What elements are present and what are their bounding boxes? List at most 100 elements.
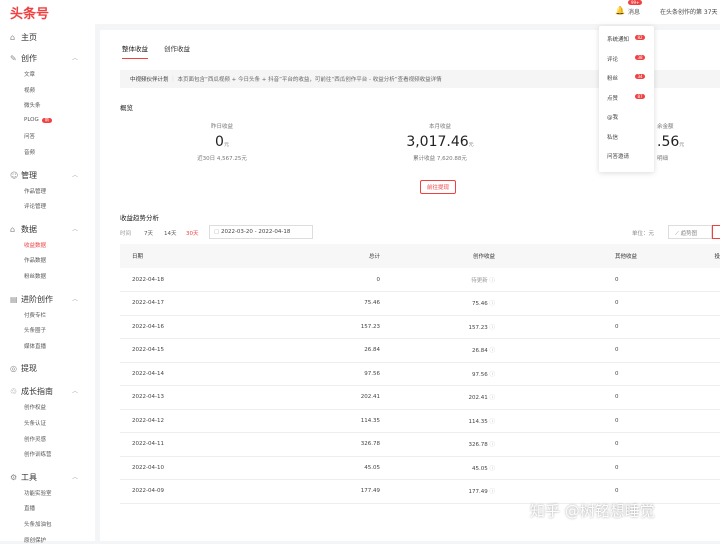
sidebar-item-label: 收益数据 <box>24 242 47 249</box>
cell-creation-value: 157.23 <box>468 324 488 331</box>
sidebar-group[interactable]: ⌂ 数据 ︿ <box>10 224 78 235</box>
sidebar-item[interactable]: 创作灵感 <box>24 435 46 443</box>
sidebar-item-label: 创作权益 <box>24 405 47 412</box>
sidebar-item[interactable]: 直播 <box>24 504 35 512</box>
chevron-up-icon[interactable]: ︿ <box>72 53 78 62</box>
sidebar-item[interactable]: PLOG 新 <box>24 116 53 123</box>
sidebar-item[interactable]: 头条认证 <box>24 419 46 427</box>
cell-creation: 45.05 ⓘ <box>380 456 495 480</box>
sidebar-item[interactable]: 作品管理 <box>24 187 46 195</box>
cell-creation: 202.41 ⓘ <box>380 385 495 410</box>
chevron-up-icon[interactable]: ︿ <box>72 386 78 395</box>
stat-unit: 元 <box>468 142 474 148</box>
sidebar-item-label: 创作灵感 <box>24 436 47 443</box>
sidebar-item[interactable]: 评论管理 <box>24 202 46 210</box>
cell-date: 2022-04-13 <box>120 385 270 410</box>
bell-icon[interactable]: 🔔 <box>615 6 625 15</box>
sidebar-group-label: 工具 <box>21 472 37 482</box>
sidebar-item[interactable]: 问答 <box>24 132 35 140</box>
sidebar-group[interactable]: ◎ 提现 <box>10 363 37 374</box>
stat-label: 本月收益 <box>428 124 451 130</box>
sidebar-item[interactable]: 功能实验室 <box>24 489 52 497</box>
sidebar-item-home[interactable]: ⌂ 主页 <box>10 32 37 43</box>
sidebar-item[interactable]: 文章 <box>24 70 35 78</box>
sidebar-item[interactable]: 创作权益 <box>24 403 46 411</box>
dropdown-item[interactable]: 点赞 <box>607 94 618 102</box>
stat-unit: 元 <box>223 142 229 148</box>
notice-text: 本页面包含“西瓜视频 + 今日头条 + 抖音”平台的收益，可前往“西瓜创作平台 … <box>177 77 442 83</box>
sidebar-item-label: 音频 <box>24 150 36 156</box>
sidebar-group[interactable]: ☺ 管理 ︿ <box>10 170 78 181</box>
tab-creation-income[interactable]: 创作收益 <box>164 43 190 53</box>
sidebar-group-label: 数据 <box>21 224 37 234</box>
stat-sub: 近30日 4,567.25元 <box>197 156 247 162</box>
date-range-picker[interactable]: ▢ 2022-03-20 - 2022-04-18 <box>209 225 313 239</box>
balance-detail-link[interactable]: 明细 <box>657 154 717 162</box>
table-row: 2022-04-16 157.23 157.23 ⓘ 0 <box>120 315 720 339</box>
cell-creation: 75.46 ⓘ <box>380 291 495 316</box>
dropdown-item[interactable]: 评论 <box>607 55 618 63</box>
sidebar-group[interactable]: ▤ 进阶创作 ︿ <box>10 294 78 305</box>
range-7[interactable]: 7天 <box>144 229 153 237</box>
sidebar-item[interactable]: 音频 <box>24 148 35 156</box>
table-row: 2022-04-10 45.05 45.05 ⓘ 0 <box>120 456 720 480</box>
range-14[interactable]: 14天 <box>164 229 177 237</box>
cell-date: 2022-04-16 <box>120 315 270 339</box>
count-badge: 87 <box>635 93 645 99</box>
cell-date: 2022-04-18 <box>120 268 270 292</box>
logo[interactable]: 头条号 <box>10 3 49 22</box>
stat-value: 3,017.46 <box>406 134 469 150</box>
sidebar: ⌂ 主页 ✎ 创作 ︿ 文章 视频 微头条 PLOG 新问答 音频 ☺ 管理 ︿ 作品管理 评论管理 ⌂ 数据 ︿ 收… <box>0 24 95 544</box>
dropdown-item[interactable]: 问答邀请 <box>607 152 629 160</box>
tab-overall-income[interactable]: 整体收益 <box>122 43 148 59</box>
trend-chart-button[interactable]: ⟋ 趋势图 <box>668 225 712 239</box>
cell-creation-value: 177.49 <box>468 489 488 496</box>
range-30[interactable]: 30天 <box>186 229 199 237</box>
col-other: 其他收益 <box>495 244 712 268</box>
cell-creation: 177.49 ⓘ <box>380 479 495 504</box>
sidebar-item[interactable]: 作品数据 <box>24 256 46 264</box>
sidebar-item[interactable]: 付费专栏 <box>24 311 46 319</box>
dropdown-item[interactable]: @我 <box>607 113 618 121</box>
chevron-up-icon[interactable]: ︿ <box>72 294 78 303</box>
sidebar-item[interactable]: 微头条 <box>24 101 41 109</box>
stat-value: .56 <box>657 134 680 150</box>
cell-total: 45.05 <box>270 456 380 480</box>
group-icon: ⌂ <box>10 224 16 234</box>
chevron-up-icon[interactable]: ︿ <box>72 472 78 481</box>
sidebar-item[interactable]: 粉丝数据 <box>24 272 46 280</box>
withdraw-button[interactable]: 前往提现 <box>420 180 457 194</box>
notice-title: 中视频伙伴计划 <box>130 77 169 83</box>
table-row: 2022-04-14 97.56 97.56 ⓘ 0 <box>120 362 720 386</box>
info-icon: ⓘ <box>489 489 495 496</box>
sidebar-group-label: 管理 <box>21 170 37 180</box>
cell-date: 2022-04-17 <box>120 291 270 316</box>
sidebar-item-label: PLOG <box>24 116 39 123</box>
sidebar-item[interactable]: 头条圈子 <box>24 326 46 334</box>
sidebar-group-label: 创作 <box>21 54 37 63</box>
table-view-button[interactable] <box>712 225 720 239</box>
cell-total: 97.56 <box>270 362 380 386</box>
sidebar-group[interactable]: ♲ 成长指南 ︿ <box>10 386 78 397</box>
cell-other: 0 <box>495 456 712 480</box>
sidebar-item[interactable]: 视频 <box>24 86 35 94</box>
dropdown-item[interactable]: 私信 <box>607 133 618 141</box>
sidebar-item-label: 头条加油包 <box>24 522 52 528</box>
sidebar-item[interactable]: 创作训练营 <box>24 450 52 458</box>
group-icon: ⚙ <box>10 472 18 482</box>
chevron-up-icon[interactable]: ︿ <box>72 224 78 233</box>
dropdown-item[interactable]: 粉丝 <box>607 74 618 82</box>
sidebar-group[interactable]: ✎ 创作 ︿ <box>10 53 78 64</box>
info-icon: ⓘ <box>489 301 495 308</box>
sidebar-item[interactable]: 媒体直播 <box>24 342 46 350</box>
sidebar-item-label: 粉丝数据 <box>24 274 47 280</box>
sidebar-item[interactable]: 原创保护 <box>24 536 46 544</box>
sidebar-item[interactable]: 收益数据 <box>24 241 46 249</box>
chevron-up-icon[interactable]: ︿ <box>72 170 78 179</box>
count-badge: 34 <box>635 74 645 79</box>
sidebar-group[interactable]: ⚙ 工具 ︿ <box>10 472 78 483</box>
stat-label: 昨日收益 <box>210 124 233 130</box>
messages-link[interactable]: 消息 <box>628 7 640 16</box>
dropdown-item[interactable]: 系统通知 <box>607 35 629 43</box>
sidebar-item[interactable]: 头条加油包 <box>24 520 52 528</box>
